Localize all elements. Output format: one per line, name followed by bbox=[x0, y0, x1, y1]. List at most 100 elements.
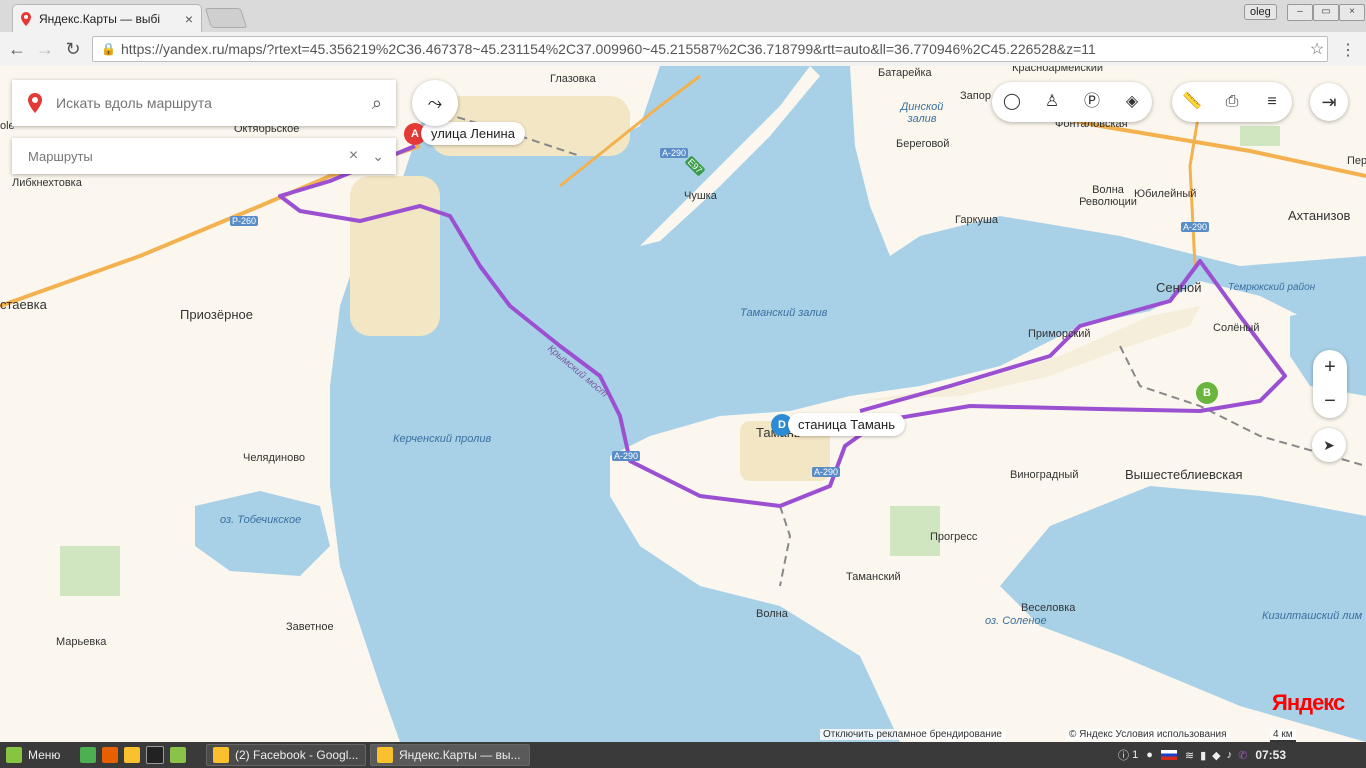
place-chelyadinovo: Челядиново bbox=[243, 452, 306, 464]
zoom-control: + − bbox=[1313, 350, 1347, 418]
layers-icon[interactable]: ◈ bbox=[1112, 82, 1152, 122]
tab-title: Яндекс.Карты — выбі bbox=[39, 11, 161, 26]
map-layers-group: ◯ ♙ Ⓟ ◈ bbox=[992, 82, 1152, 122]
place-per: Пер bbox=[1347, 155, 1366, 167]
road-a290-2: А-290 bbox=[1181, 222, 1210, 232]
place-veselovka: Веселовка bbox=[1021, 602, 1076, 614]
ruler-icon[interactable]: 📏 bbox=[1172, 82, 1212, 122]
pin-icon bbox=[28, 93, 42, 113]
forward-icon[interactable]: → bbox=[34, 38, 56, 60]
menu-icon[interactable]: ⋮ bbox=[1340, 40, 1356, 60]
taskbar-window-facebook[interactable]: (2) Facebook - Googl... bbox=[206, 744, 366, 766]
window-title: (2) Facebook - Googl... bbox=[235, 748, 359, 762]
bookmark-star-icon[interactable]: ☆ bbox=[1307, 39, 1327, 59]
marker-d-label[interactable]: станица Тамань bbox=[788, 413, 905, 436]
route-toggle-button[interactable]: ⤳ bbox=[412, 80, 458, 126]
place-primorskiy: Приморский bbox=[1028, 328, 1091, 340]
place-senoy: Сенной bbox=[1156, 280, 1202, 295]
wifi-icon[interactable]: ≋ bbox=[1185, 749, 1194, 762]
place-tobechik: оз. Тобечикское bbox=[220, 514, 302, 526]
road-a290-1: А-290 bbox=[660, 148, 689, 158]
ad-branding-link[interactable]: Отключить рекламное брендирование bbox=[820, 729, 1005, 740]
place-ozero-solenoe: оз. Соленое bbox=[985, 615, 1047, 627]
map-tools-group: 📏 ⎙ ≡ bbox=[1172, 82, 1292, 122]
zoom-in-icon[interactable]: + bbox=[1313, 350, 1347, 384]
desktop-icon[interactable] bbox=[80, 747, 96, 763]
user-icon[interactable]: ● bbox=[1146, 749, 1153, 761]
minimize-icon[interactable]: – bbox=[1287, 4, 1313, 21]
tab-yandex-maps[interactable]: Яндекс.Карты — выбі × bbox=[12, 4, 202, 32]
volume-icon[interactable]: ♪ bbox=[1227, 749, 1233, 761]
taskbar: Меню (2) Facebook - Googl... Яндекс.Карт… bbox=[0, 742, 1366, 768]
panorama-icon[interactable]: ♙ bbox=[1032, 82, 1072, 122]
new-tab-button[interactable] bbox=[204, 8, 248, 28]
parking-icon[interactable]: Ⓟ bbox=[1072, 82, 1112, 122]
battery-icon[interactable]: ▮ bbox=[1200, 749, 1206, 762]
copyright-text[interactable]: © Яндекс Условия использования bbox=[1066, 729, 1230, 740]
route-search-input[interactable] bbox=[54, 94, 348, 112]
place-garkusha: Гаркуша bbox=[955, 214, 998, 226]
taskbar-window-yandex[interactable]: Яндекс.Карты — вы... bbox=[370, 744, 530, 766]
mint-logo-icon bbox=[6, 747, 22, 763]
back-icon[interactable]: ← bbox=[6, 38, 28, 60]
place-kerch-strait: Керченский пролив bbox=[393, 433, 492, 445]
firefox-icon[interactable] bbox=[102, 747, 118, 763]
place-temryuk-rayon: Темрюкский район bbox=[1228, 282, 1316, 293]
map-pin-icon bbox=[21, 11, 31, 26]
marker-b[interactable]: B bbox=[1196, 382, 1218, 404]
launcher-icons bbox=[80, 744, 192, 766]
route-icon: ⤳ bbox=[427, 93, 443, 113]
close-tab-icon[interactable]: × bbox=[185, 11, 193, 27]
place-yubileyny: Юбилейный bbox=[1134, 188, 1197, 200]
traffic-icon[interactable]: ◯ bbox=[992, 82, 1032, 122]
maximize-icon[interactable]: ▭ bbox=[1313, 4, 1339, 21]
place-libknekhtovka: Либкнехтовка bbox=[12, 177, 82, 189]
road-a290-4: А-290 bbox=[812, 467, 841, 477]
scale-bar: 4 км bbox=[1270, 729, 1296, 742]
route-search-box: ⌕ bbox=[12, 80, 396, 126]
chevron-down-icon[interactable]: ⌄ bbox=[372, 148, 384, 165]
menu-lines-icon[interactable]: ≡ bbox=[1252, 82, 1292, 122]
keyboard-layout-flag-icon[interactable] bbox=[1160, 750, 1177, 760]
geolocation-icon[interactable]: ➤ bbox=[1312, 428, 1346, 462]
place-vyshesteblievskaya: Вышестеблиевская bbox=[1125, 467, 1243, 482]
clear-icon[interactable]: × bbox=[349, 147, 358, 165]
files-icon[interactable] bbox=[170, 747, 186, 763]
place-batareyka: Батарейка bbox=[878, 67, 932, 79]
place-tamanskiy: Таманский bbox=[846, 571, 901, 583]
place-vinogradny: Виноградный bbox=[1010, 469, 1079, 481]
profile-button[interactable]: oleg bbox=[1244, 4, 1277, 20]
dropbox-icon[interactable]: ◆ bbox=[1212, 749, 1220, 762]
place-dinskoy: Динской залив bbox=[900, 101, 944, 125]
place-staevka: стаевка bbox=[0, 297, 47, 312]
address-bar[interactable]: 🔒 https://yandex.ru/maps/?rtext=45.35621… bbox=[92, 36, 1328, 62]
tab-strip: Яндекс.Карты — выбі × oleg – ▭ × bbox=[0, 0, 1366, 32]
reload-icon[interactable]: ↻ bbox=[62, 38, 84, 60]
zoom-out-icon[interactable]: − bbox=[1313, 384, 1347, 418]
tray: ⓘ 1 ● ≋ ▮ ◆ ♪ ✆ 07:53 bbox=[1118, 744, 1286, 766]
routes-panel[interactable]: Маршруты × ⌄ bbox=[12, 138, 396, 174]
place-tamanskiy-zaliv: Таманский залив bbox=[740, 307, 828, 319]
start-menu-button[interactable]: Меню bbox=[6, 744, 60, 766]
lock-icon: 🔒 bbox=[101, 42, 116, 56]
print-icon[interactable]: ⎙ bbox=[1212, 82, 1252, 122]
close-window-icon[interactable]: × bbox=[1339, 4, 1365, 21]
place-chushka: Чушка bbox=[684, 190, 717, 202]
terminal-icon[interactable] bbox=[146, 746, 164, 764]
login-icon[interactable]: ⇥ bbox=[1310, 83, 1348, 121]
search-icon[interactable]: ⌕ bbox=[372, 93, 382, 114]
clock[interactable]: 07:53 bbox=[1255, 748, 1286, 762]
notification-count: 1 bbox=[1132, 749, 1139, 761]
place-zapor: Запор bbox=[960, 90, 991, 102]
place-priozernoe: Приозёрное bbox=[180, 307, 253, 322]
place-krasnoarmeyskiy: Красноармейский bbox=[1012, 66, 1103, 74]
notification-icon[interactable]: ⓘ bbox=[1118, 747, 1132, 763]
place-akhtanizov: Ахтанизов bbox=[1288, 208, 1351, 223]
viber-icon[interactable]: ✆ bbox=[1238, 749, 1247, 762]
place-volna-revolyutsii: Волна Революции bbox=[1079, 184, 1137, 208]
chrome-icon[interactable] bbox=[124, 747, 140, 763]
url-text[interactable]: https://yandex.ru/maps/?rtext=45.356219%… bbox=[121, 41, 1307, 57]
place-volna: Волна bbox=[756, 608, 788, 620]
window-title: Яндекс.Карты — вы... bbox=[399, 748, 521, 762]
road-r260: Р-260 bbox=[230, 216, 259, 226]
